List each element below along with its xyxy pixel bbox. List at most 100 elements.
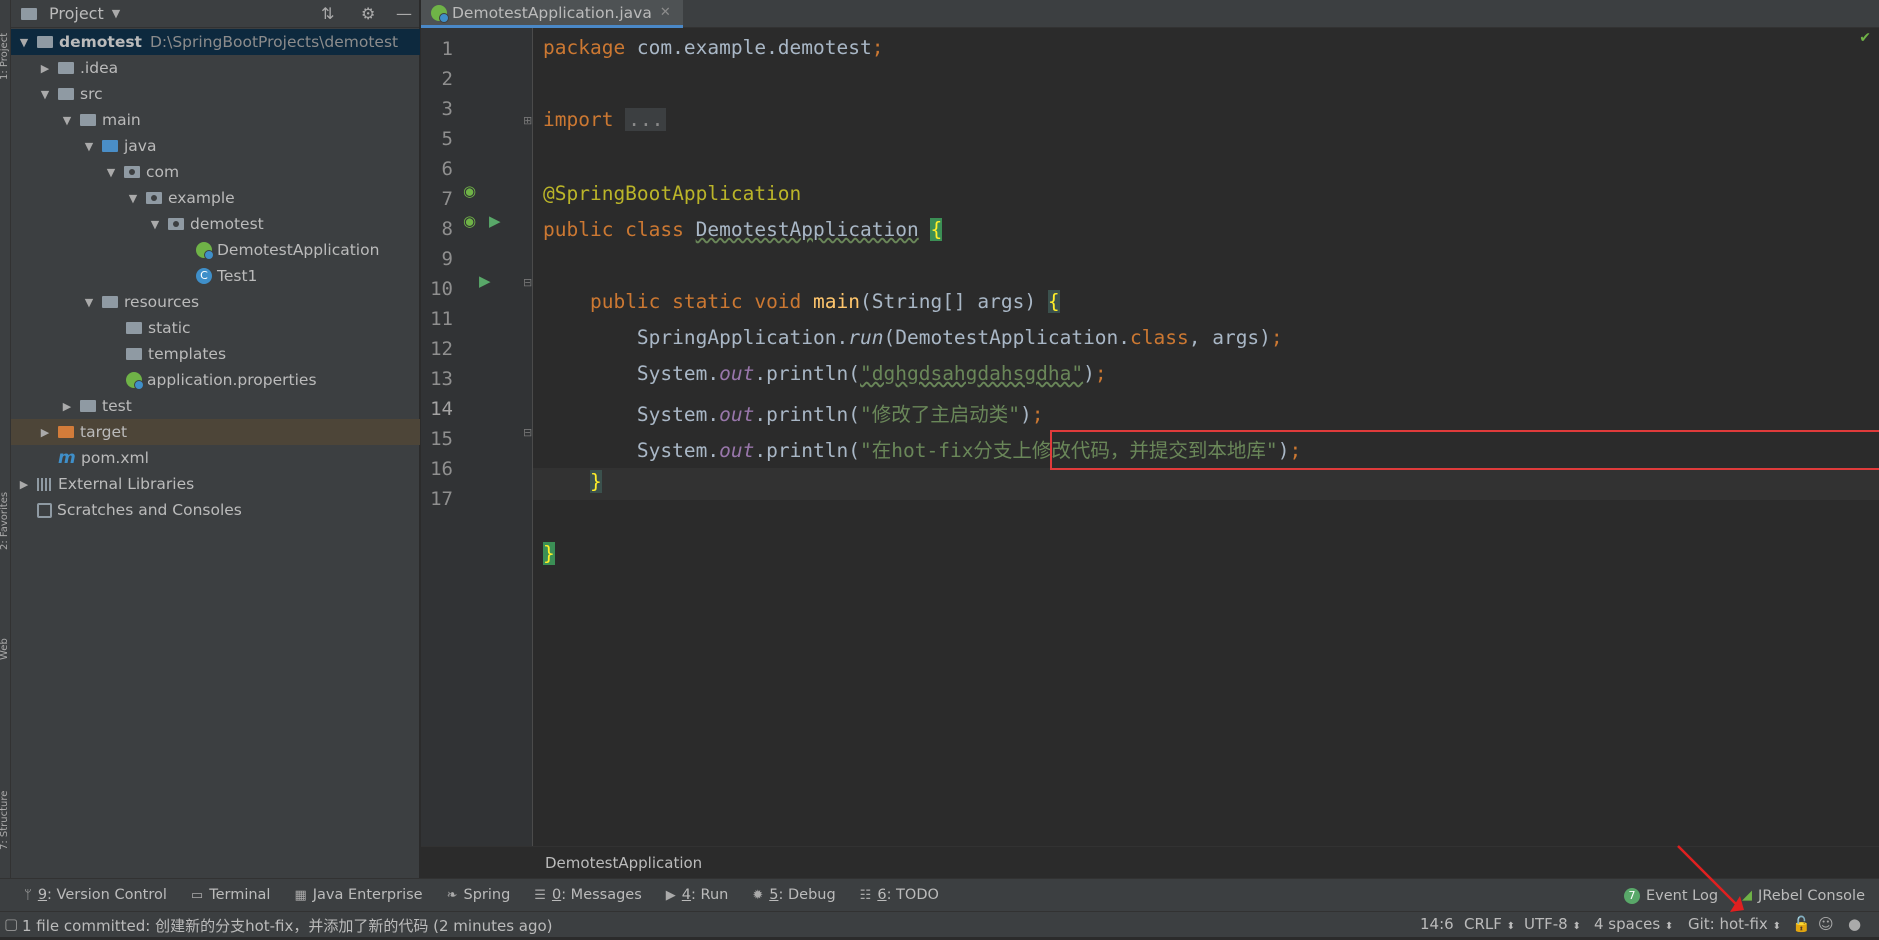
expand-arrow-icon[interactable]: ▼ <box>126 192 140 205</box>
expand-arrow-icon[interactable]: ▼ <box>148 218 162 231</box>
inspector-icon[interactable]: ☺ <box>1818 915 1834 933</box>
editor-tab[interactable]: DemotestApplication.java ✕ <box>421 0 683 28</box>
tree-item-example[interactable]: ▼ example <box>11 185 420 211</box>
collapse-all-icon[interactable]: ⇅ <box>321 4 334 23</box>
tree-item-root[interactable]: ▼ demotest D:\SpringBootProjects\demotes… <box>11 29 420 55</box>
spring-boot-class-icon <box>431 4 449 23</box>
expand-arrow-icon[interactable]: ▶ <box>17 478 31 491</box>
code-line-3[interactable]: import ... <box>543 108 667 131</box>
tree-item-com[interactable]: ▼ com <box>11 159 420 185</box>
tab-messages[interactable]: ☰ 0: Messages <box>534 887 642 903</box>
status-message[interactable]: 1 file committed: 创建新的分支hot-fix，并添加了新的代码… <box>22 915 553 936</box>
minimize-icon[interactable]: — <box>396 4 412 23</box>
folder-icon <box>80 400 96 412</box>
tree-item-pom[interactable]: m pom.xml <box>11 445 420 471</box>
close-icon[interactable]: ✕ <box>660 5 671 20</box>
file-encoding[interactable]: UTF-8 ⬍ <box>1524 915 1581 933</box>
scratches-icon <box>37 502 52 518</box>
structure-tool-tab[interactable]: 7: Structure <box>0 700 11 850</box>
code-line-11[interactable]: System.out.println("dghgdsahgdahsgdha"); <box>543 362 1107 385</box>
code-line-10[interactable]: SpringApplication.run(DemotestApplicatio… <box>543 326 1283 349</box>
expand-arrow-icon[interactable]: ▼ <box>17 36 31 49</box>
code-line-6[interactable]: @SpringBootApplication <box>543 182 801 205</box>
editor-area: DemotestApplication.java ✕ ✔ 1 2 3 5 6 7… <box>421 0 1879 878</box>
tab-spring[interactable]: ❧ Spring <box>447 887 511 903</box>
maven-icon: m <box>58 448 76 468</box>
expand-arrow-icon[interactable]: ▶ <box>38 426 52 439</box>
tree-item-src[interactable]: ▼ src <box>11 81 420 107</box>
breadcrumb-label[interactable]: DemotestApplication <box>545 854 702 872</box>
tab-todo[interactable]: ☷ 6: TODO <box>860 887 939 903</box>
expand-arrow-icon[interactable]: ▶ <box>38 62 52 75</box>
spring-config-icon <box>126 372 144 390</box>
tab-java-enterprise[interactable]: ▦ Java Enterprise <box>294 887 422 903</box>
line-number: 13 <box>430 368 453 390</box>
spring-bean-icon[interactable]: ◉ <box>463 182 476 200</box>
tree-item-demotest-application[interactable]: DemotestApplication <box>11 237 420 263</box>
folded-imports: ... <box>625 108 667 131</box>
web-tool-tab[interactable]: Web <box>0 600 11 660</box>
fold-icon[interactable]: ⊟ <box>523 426 532 439</box>
notifications-icon[interactable]: ● <box>1848 915 1861 933</box>
project-panel-title[interactable]: Project <box>49 4 104 23</box>
resources-folder-icon <box>102 296 118 308</box>
run-icon[interactable]: ▶ <box>479 272 491 290</box>
left-tool-strip: 1: Project 2: Favorites Web 7: Structure <box>0 0 11 878</box>
tree-item-idea[interactable]: ▶ .idea <box>11 55 420 81</box>
tree-item-templates[interactable]: templates <box>11 341 420 367</box>
tree-item-demotest[interactable]: ▼ demotest <box>11 211 420 237</box>
tree-item-label: .idea <box>80 59 119 77</box>
code-line-1[interactable]: package com.example.demotest; <box>543 36 883 59</box>
tree-item-label: target <box>80 423 128 441</box>
event-count-badge: 7 <box>1624 887 1640 904</box>
line-separator[interactable]: CRLF ⬍ <box>1464 915 1515 933</box>
debug-icon: ✹ <box>752 887 764 903</box>
tab-terminal[interactable]: ▭ Terminal <box>191 887 271 903</box>
excluded-folder-icon <box>58 426 74 438</box>
tree-item-label: com <box>146 163 180 181</box>
gear-icon[interactable]: ⚙ <box>361 4 375 23</box>
tree-item-test1[interactable]: C Test1 <box>11 263 420 289</box>
inspection-ok-icon[interactable]: ✔ <box>1859 30 1871 46</box>
expand-arrow-icon[interactable]: ▶ <box>60 400 74 413</box>
tree-item-resources[interactable]: ▼ resources <box>11 289 420 315</box>
project-tool-tab[interactable]: 1: Project <box>0 10 11 80</box>
code-line-12[interactable]: System.out.println("修改了主启动类"); <box>543 398 1044 427</box>
tree-item-static[interactable]: static <box>11 315 420 341</box>
expand-arrow-icon[interactable]: ▼ <box>60 114 74 127</box>
code-line-7[interactable]: public class DemotestApplication { <box>543 218 943 241</box>
tree-item-scratches[interactable]: Scratches and Consoles <box>11 497 420 523</box>
tab-debug[interactable]: ✹ 5: Debug <box>752 887 835 903</box>
tree-item-label: resources <box>124 293 200 311</box>
tree-item-label: DemotestApplication <box>217 241 380 259</box>
code-line-16[interactable]: } <box>543 542 555 565</box>
code-line-9[interactable]: public static void main(String[] args) { <box>543 290 1060 313</box>
expand-arrow-icon[interactable]: ▼ <box>38 88 52 101</box>
editor-tab-label: DemotestApplication.java <box>452 3 652 22</box>
caret-position[interactable]: 14:6 <box>1420 915 1454 933</box>
expand-arrow-icon[interactable]: ▼ <box>82 140 96 153</box>
tree-item-label: demotest <box>190 215 264 233</box>
tree-item-application-properties[interactable]: application.properties <box>11 367 420 393</box>
folder-icon <box>58 62 74 74</box>
run-icon[interactable]: ▶ <box>489 212 501 230</box>
fold-icon[interactable]: ⊞ <box>523 114 532 127</box>
status-toggle-icon[interactable]: ▢ <box>4 915 18 933</box>
line-number: 16 <box>430 458 453 480</box>
tab-run[interactable]: ▶ 4: Run <box>666 887 729 903</box>
line-number: 11 <box>430 308 453 330</box>
spring-bean-icon[interactable]: ◉ <box>463 212 476 230</box>
fold-icon[interactable]: ⊟ <box>523 276 532 289</box>
line-number: 1 <box>441 38 453 60</box>
favorites-tool-tab[interactable]: 2: Favorites <box>0 470 11 550</box>
tree-item-java[interactable]: ▼ java <box>11 133 420 159</box>
code-line-14[interactable]: } <box>543 470 602 493</box>
tree-item-test[interactable]: ▶ test <box>11 393 420 419</box>
chevron-down-icon[interactable]: ▼ <box>112 7 120 20</box>
tree-item-external-libraries[interactable]: ▶ External Libraries <box>11 471 420 497</box>
tree-item-main[interactable]: ▼ main <box>11 107 420 133</box>
tab-version-control[interactable]: ᛘ9: Version Control <box>24 887 167 903</box>
expand-arrow-icon[interactable]: ▼ <box>82 296 96 309</box>
expand-arrow-icon[interactable]: ▼ <box>104 166 118 179</box>
tree-item-target[interactable]: ▶ target <box>11 419 420 445</box>
